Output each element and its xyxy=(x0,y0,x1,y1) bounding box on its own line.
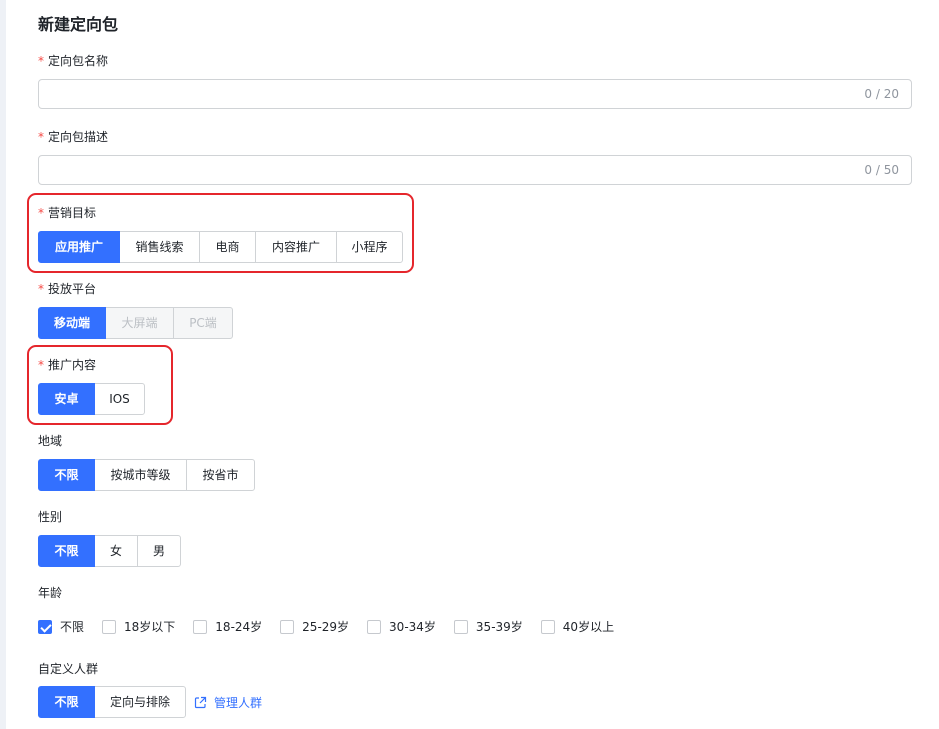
required-mark: * xyxy=(38,358,44,372)
platform-pc: PC端 xyxy=(173,307,233,339)
marketing-goal-label: * 营销目标 xyxy=(38,206,97,220)
checkbox[interactable] xyxy=(280,619,295,634)
marketing-goal-selector: 应用推广 销售线索 电商 内容推广 小程序 xyxy=(38,231,403,263)
platform-selector: 移动端 大屏端 PC端 xyxy=(38,307,233,339)
checkbox[interactable] xyxy=(193,619,208,634)
age-option-25-29[interactable]: 25-29岁 xyxy=(280,618,349,635)
region-unlimited[interactable]: 不限 xyxy=(38,459,95,491)
checkbox[interactable] xyxy=(367,619,382,634)
platform-label: * 投放平台 xyxy=(38,282,97,296)
age-option-under-18[interactable]: 18岁以下 xyxy=(102,618,175,635)
custom-audience-selector: 不限 定向与排除 xyxy=(38,686,186,718)
goal-sales-leads[interactable]: 销售线索 xyxy=(119,231,200,263)
gender-label: 性别 xyxy=(38,510,63,524)
page-title: 新建定向包 xyxy=(38,15,119,34)
name-counter: 0 / 20 xyxy=(864,87,899,101)
checkbox[interactable] xyxy=(102,619,117,634)
checkmark-icon[interactable] xyxy=(38,619,52,634)
description-label: * 定向包描述 xyxy=(38,130,109,144)
left-edge-strip xyxy=(0,0,6,729)
age-option-unlimited[interactable]: 不限 xyxy=(38,618,84,635)
checkbox[interactable] xyxy=(540,619,555,634)
required-mark: * xyxy=(38,206,44,220)
age-option-30-34[interactable]: 30-34岁 xyxy=(367,618,436,635)
name-label: * 定向包名称 xyxy=(38,54,109,68)
content-ios[interactable]: IOS xyxy=(94,383,145,415)
age-label: 年龄 xyxy=(38,586,63,600)
age-checkbox-group: 不限 18岁以下 18-24岁 25-29岁 30-34岁 35-39岁 40岁… xyxy=(38,618,632,635)
gender-female[interactable]: 女 xyxy=(94,535,138,567)
required-mark: * xyxy=(38,54,44,68)
audience-target-exclude[interactable]: 定向与排除 xyxy=(94,686,186,718)
promo-content-label: * 推广内容 xyxy=(38,358,97,372)
audience-unlimited[interactable]: 不限 xyxy=(38,686,95,718)
custom-audience-label: 自定义人群 xyxy=(38,662,99,676)
required-mark: * xyxy=(38,130,44,144)
description-counter: 0 / 50 xyxy=(864,163,899,177)
name-input[interactable]: 0 / 20 xyxy=(38,79,912,109)
region-label: 地域 xyxy=(38,434,63,448)
platform-mobile[interactable]: 移动端 xyxy=(38,307,106,339)
checkbox[interactable] xyxy=(453,619,468,634)
goal-content-promotion[interactable]: 内容推广 xyxy=(255,231,337,263)
required-mark: * xyxy=(38,282,44,296)
region-selector: 不限 按城市等级 按省市 xyxy=(38,459,255,491)
age-option-35-39[interactable]: 35-39岁 xyxy=(453,618,523,635)
external-link-icon xyxy=(194,696,207,709)
platform-big-screen: 大屏端 xyxy=(105,307,174,339)
description-input[interactable]: 0 / 50 xyxy=(38,155,912,185)
gender-unlimited[interactable]: 不限 xyxy=(38,535,95,567)
gender-selector: 不限 女 男 xyxy=(38,535,181,567)
goal-app-promotion[interactable]: 应用推广 xyxy=(38,231,120,263)
age-option-over-40[interactable]: 40岁以上 xyxy=(540,618,614,635)
region-by-province[interactable]: 按省市 xyxy=(186,459,255,491)
region-by-city-tier[interactable]: 按城市等级 xyxy=(94,459,187,491)
content-android[interactable]: 安卓 xyxy=(38,383,95,415)
goal-ecommerce[interactable]: 电商 xyxy=(199,231,256,263)
gender-male[interactable]: 男 xyxy=(137,535,181,567)
promo-content-selector: 安卓 IOS xyxy=(38,383,145,415)
goal-mini-program[interactable]: 小程序 xyxy=(336,231,403,263)
age-option-18-24[interactable]: 18-24岁 xyxy=(193,618,262,635)
manage-audience-link[interactable]: 管理人群 xyxy=(194,694,262,711)
